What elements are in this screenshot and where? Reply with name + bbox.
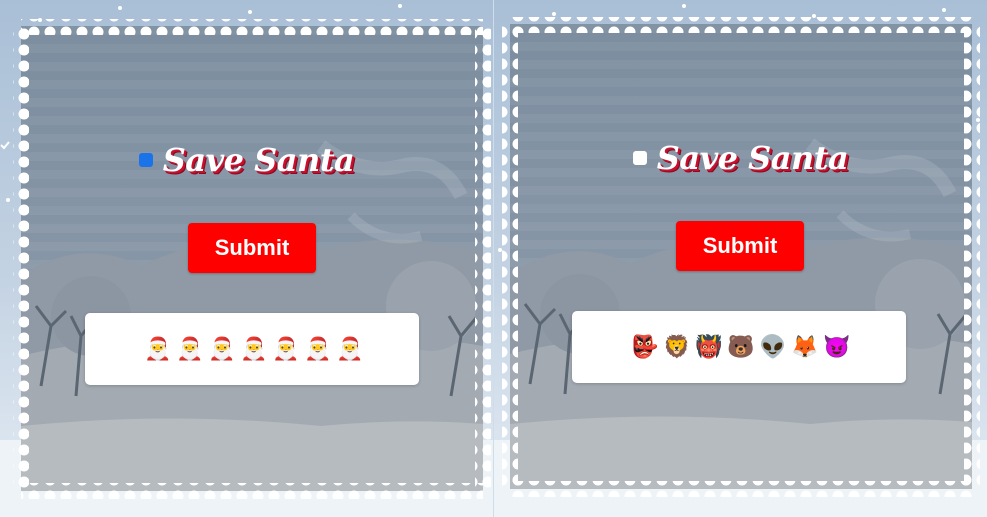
checkmark-icon: [0, 141, 10, 150]
submit-button[interactable]: Submit: [676, 221, 804, 271]
result-box: 👺 🦁 👹 🐻 👽 🦊 😈: [572, 311, 906, 383]
santa-icon: 🎅: [208, 336, 236, 361]
save-santa-row: Save Santa: [494, 138, 987, 178]
fox-icon: 🦊: [791, 334, 819, 359]
save-santa-label: Save Santa: [162, 141, 355, 179]
submit-button[interactable]: Submit: [188, 223, 316, 273]
santa-icon: 🎅: [144, 336, 172, 361]
alien-icon: 👽: [759, 334, 787, 359]
santa-icon: 🎅: [176, 336, 204, 361]
right-panel: Save Santa Submit 👺 🦁 👹 🐻 👽 🦊 😈: [494, 0, 987, 517]
save-santa-label: Save Santa: [656, 139, 849, 177]
result-box: 🎅 🎅 🎅 🎅 🎅 🎅 🎅: [85, 313, 419, 385]
santa-icon: 🎅: [304, 336, 332, 361]
devil-icon: 😈: [823, 334, 851, 359]
ogre-icon: 👹: [695, 334, 723, 359]
save-santa-checkbox[interactable]: [632, 151, 647, 165]
goblin-icon: 👺: [631, 334, 659, 359]
bear-icon: 🐻: [727, 334, 755, 359]
santa-icon: 🎅: [336, 336, 364, 361]
santa-icon: 🎅: [240, 336, 268, 361]
santa-icon: 🎅: [272, 336, 300, 361]
save-santa-row: Save Santa: [0, 140, 493, 180]
left-panel: Save Santa Submit 🎅 🎅 🎅 🎅 🎅 🎅 🎅: [0, 0, 493, 517]
lion-icon: 🦁: [663, 334, 691, 359]
save-santa-checkbox[interactable]: [0, 141, 153, 167]
